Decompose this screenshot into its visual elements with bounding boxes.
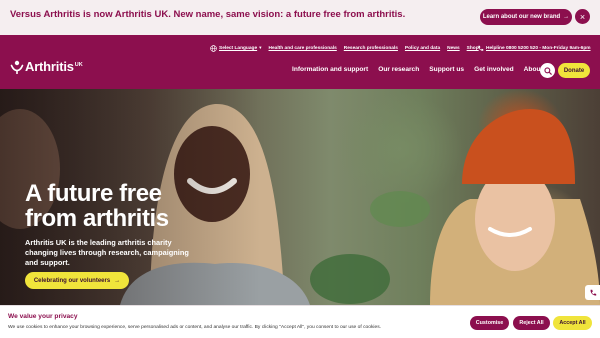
globe-icon [210, 45, 217, 52]
logo[interactable]: Arthritis UK [10, 59, 83, 74]
nav-information-support[interactable]: Information and support [292, 66, 368, 73]
search-button[interactable] [540, 63, 555, 78]
donate-button[interactable]: Donate [558, 63, 590, 78]
search-icon [543, 66, 552, 75]
hero-title: A future free from arthritis [25, 181, 169, 231]
helpline-link[interactable]: Helpline 0800 5200 520 - Mon-Friday 9am-… [477, 45, 591, 52]
announcement-bar: Versus Arthritis is now Arthritis UK. Ne… [0, 0, 600, 35]
link-news[interactable]: News [447, 46, 460, 51]
close-icon: × [579, 11, 586, 22]
hero-title-line2: from arthritis [25, 205, 169, 232]
cookie-title: We value your privacy [8, 313, 78, 320]
customise-button[interactable]: Customise [470, 316, 509, 330]
cookie-banner: We value your privacy We use cookies to … [0, 305, 600, 338]
utility-nav: Select Language ▾ Health and care profes… [210, 45, 479, 52]
nav-support-us[interactable]: Support us [429, 66, 464, 73]
phone-icon [590, 289, 596, 296]
helpline-text: Helpline 0800 5200 520 - Mon-Friday 9am-… [486, 46, 591, 51]
link-research-professionals[interactable]: Research professionals [344, 46, 398, 51]
link-policy-data[interactable]: Policy and data [405, 46, 440, 51]
close-announcement-button[interactable]: × [575, 9, 590, 24]
link-health-professionals[interactable]: Health and care professionals [269, 46, 337, 51]
announcement-text: Versus Arthritis is now Arthritis UK. Ne… [10, 9, 406, 20]
nav-get-involved[interactable]: Get involved [474, 66, 514, 73]
learn-new-brand-label: Learn about our new brand [482, 14, 561, 20]
phone-icon [478, 45, 484, 51]
celebrating-volunteers-button[interactable]: Celebrating our volunteers → [25, 272, 129, 289]
nav-our-research[interactable]: Our research [378, 66, 419, 73]
side-phone-button[interactable] [585, 285, 600, 300]
logo-suffix: UK [74, 61, 83, 68]
hero-banner: A future free from arthritis Arthritis U… [0, 89, 600, 305]
learn-new-brand-button[interactable]: Learn about our new brand → [480, 9, 572, 25]
chevron-down-icon: ▾ [259, 46, 262, 51]
logo-person-icon [10, 60, 24, 74]
accept-all-button[interactable]: Accept All [553, 316, 592, 330]
cookie-text: We use cookies to enhance your browsing … [8, 325, 382, 330]
arrow-right-icon: → [114, 277, 121, 284]
language-label: Select Language [219, 46, 258, 51]
reject-all-button[interactable]: Reject All [513, 316, 550, 330]
main-nav: Information and support Our research Sup… [292, 66, 552, 73]
hero-cta-label: Celebrating our volunteers [33, 277, 111, 284]
logo-text: Arthritis [25, 59, 74, 74]
arrow-right-icon: → [563, 14, 570, 20]
site-header: Arthritis UK Select Language ▾ Health an… [0, 35, 600, 89]
hero-title-line1: A future free [25, 180, 162, 207]
language-selector[interactable]: Select Language ▾ [210, 45, 262, 52]
hero-description: Arthritis UK is the leading arthritis ch… [25, 238, 189, 267]
